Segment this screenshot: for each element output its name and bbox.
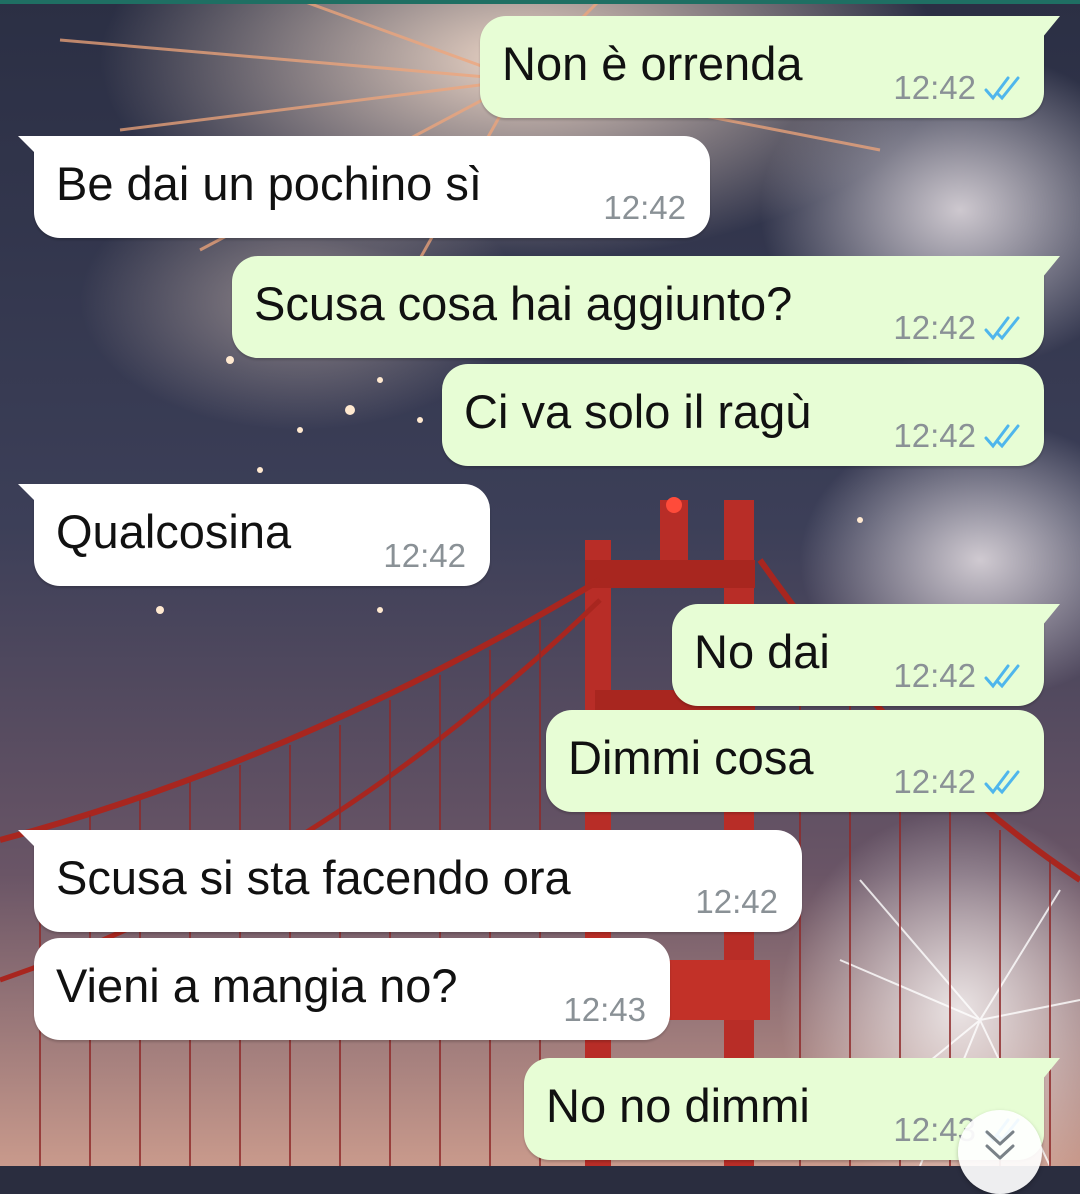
message-text: Qualcosina <box>56 505 292 558</box>
message-time: 12:42 <box>893 69 976 106</box>
message-bubble-incoming[interactable]: Qualcosina 12:42 <box>18 484 490 586</box>
message-time: 12:42 <box>893 657 976 694</box>
message-text: Ci va solo il ragù <box>464 385 812 438</box>
message-time: 12:43 <box>563 991 646 1028</box>
message-bubble-outgoing[interactable]: Non è orrenda 12:42 <box>480 16 1060 118</box>
read-double-check-icon <box>984 770 1020 795</box>
message-text: No no dimmi <box>546 1079 810 1132</box>
message-bubble-incoming[interactable]: Scusa si sta facendo ora 12:42 <box>18 830 802 932</box>
read-double-check-icon <box>984 316 1020 341</box>
message-text: Dimmi cosa <box>568 731 814 784</box>
read-double-check-icon <box>984 664 1020 689</box>
bubble-tail <box>18 136 40 158</box>
message-time: 12:42 <box>893 763 976 800</box>
double-chevron-down-icon <box>985 1130 1015 1160</box>
message-text: Scusa si sta facendo ora <box>56 851 571 904</box>
message-list[interactable]: Non è orrenda 12:42 Be dai un pochino sì… <box>0 0 1080 1166</box>
message-text: Non è orrenda <box>502 37 803 90</box>
scroll-to-bottom-button[interactable] <box>958 1110 1042 1194</box>
read-double-check-icon <box>984 424 1020 449</box>
message-text: Vieni a mangia no? <box>56 959 458 1012</box>
message-time: 12:42 <box>695 883 778 920</box>
message-time: 12:42 <box>383 537 466 574</box>
bubble-tail <box>1038 256 1060 278</box>
message-time: 12:42 <box>603 189 686 226</box>
bubble-tail <box>1038 16 1060 38</box>
bubble-tail <box>1038 604 1060 626</box>
message-bubble-outgoing[interactable]: No dai 12:42 <box>672 604 1060 706</box>
message-text: Be dai un pochino sì <box>56 157 482 210</box>
message-text: No dai <box>694 625 830 678</box>
message-bubble-outgoing[interactable]: Dimmi cosa 12:42 <box>546 710 1044 812</box>
message-time: 12:42 <box>893 309 976 346</box>
bubble-tail <box>18 830 40 852</box>
message-text: Scusa cosa hai aggiunto? <box>254 277 793 330</box>
message-bubble-outgoing[interactable]: Ci va solo il ragù 12:42 <box>442 364 1044 466</box>
message-bubble-incoming[interactable]: Vieni a mangia no? 12:43 <box>34 938 670 1040</box>
bubble-tail <box>18 484 40 506</box>
read-double-check-icon <box>984 76 1020 101</box>
message-bubble-outgoing[interactable]: Scusa cosa hai aggiunto? 12:42 <box>232 256 1060 358</box>
bubble-tail <box>1038 1058 1060 1080</box>
message-bubble-incoming[interactable]: Be dai un pochino sì 12:42 <box>18 136 710 238</box>
message-time: 12:42 <box>893 417 976 454</box>
